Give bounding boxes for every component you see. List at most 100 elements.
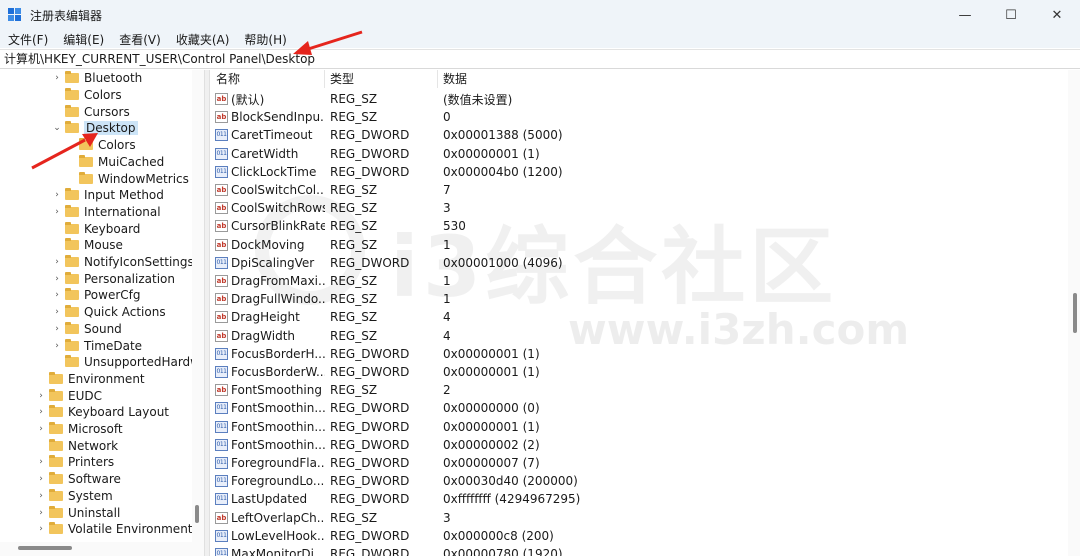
minimize-button[interactable]: —	[942, 0, 988, 30]
tree-item[interactable]: › Keyboard Layout	[36, 404, 169, 421]
tree-item[interactable]: › Personalization	[52, 270, 175, 287]
value-name: LastUpdated	[231, 492, 308, 507]
column-header-data[interactable]: 数据	[438, 70, 838, 88]
menu-help[interactable]: 帮助(H)	[244, 31, 286, 48]
tree-item[interactable]: Cursors	[52, 103, 130, 120]
watermark-url: www.i3zh.com	[568, 305, 910, 354]
expand-chevron-icon[interactable]: ›	[52, 290, 62, 300]
tree-item-label: Quick Actions	[84, 305, 166, 320]
tree-item[interactable]: › Input Method	[52, 187, 164, 204]
menu-favorites[interactable]: 收藏夹(A)	[176, 31, 230, 48]
value-row[interactable]: 011 ForegroundLo... REG_DWORD 0x00030d40 (2…	[211, 472, 838, 490]
expand-chevron-icon[interactable]: ›	[52, 207, 62, 217]
menu-view[interactable]: 查看(V)	[119, 31, 161, 48]
folder-icon	[65, 221, 79, 234]
value-row[interactable]: 011 CaretTimeout REG_DWORD 0x00001388 (5000…	[211, 126, 838, 144]
tree-item[interactable]: Colors	[52, 87, 122, 104]
value-data: 0x00030d40 (200000)	[443, 474, 578, 489]
tree-vertical-scrollbar[interactable]	[192, 70, 204, 542]
menu-file[interactable]: 文件(F)	[8, 31, 48, 48]
value-row[interactable]: ab LeftOverlapCh... REG_SZ 3	[211, 509, 838, 527]
tree-vertical-scroll-thumb[interactable]	[195, 505, 199, 523]
string-value-icon: ab	[215, 202, 228, 215]
expand-chevron-icon[interactable]: ›	[36, 491, 46, 501]
value-type: REG_SZ	[330, 383, 378, 398]
tree-item-label: Network	[68, 438, 119, 453]
close-button[interactable]: ✕	[1034, 0, 1080, 30]
tree-item[interactable]: › Printers	[36, 454, 114, 471]
value-row[interactable]: 011 FontSmoothin... REG_DWORD 0x00000001 (1…	[211, 418, 838, 436]
tree-item-label: System	[68, 488, 113, 503]
value-row[interactable]: 011 ClickLockTime REG_DWORD 0x000004b0 (120…	[211, 163, 838, 181]
column-header-name[interactable]: 名称	[211, 70, 325, 88]
collapse-chevron-icon[interactable]: ⌄	[52, 123, 62, 133]
expand-chevron-icon[interactable]: ›	[36, 508, 46, 518]
value-row[interactable]: 011 FontSmoothin... REG_DWORD 0x00000000 (0…	[211, 399, 838, 417]
tree-horizontal-scroll-thumb[interactable]	[18, 546, 72, 550]
pane-splitter[interactable]	[204, 70, 210, 556]
expand-chevron-icon[interactable]: ›	[52, 307, 62, 317]
expand-chevron-icon[interactable]: ›	[36, 457, 46, 467]
expand-chevron-icon[interactable]: ›	[36, 524, 46, 534]
value-row[interactable]: 011 LastUpdated REG_DWORD 0xffffffff (42949…	[211, 490, 838, 508]
expand-chevron-icon[interactable]: ›	[52, 324, 62, 334]
tree-item[interactable]: › Volatile Environment	[36, 521, 193, 538]
column-header-type[interactable]: 类型	[325, 70, 438, 88]
value-row[interactable]: 011 MaxMonitorDi... REG_DWORD 0x00000780 (1…	[211, 545, 838, 556]
value-name: FocusBorderH...	[231, 346, 325, 361]
value-row[interactable]: 011 FocusBorderW... REG_DWORD 0x00000001 (1…	[211, 363, 838, 381]
tree-item[interactable]: WindowMetrics	[66, 170, 189, 187]
value-name-cell: 011 ForegroundFla...	[211, 456, 325, 470]
expand-chevron-icon[interactable]: ›	[52, 257, 62, 267]
tree-item[interactable]: › EUDC	[36, 387, 102, 404]
tree-item[interactable]: › Microsoft	[36, 421, 123, 438]
tree-item[interactable]: › System	[36, 488, 113, 505]
binary-value-icon: 011	[215, 366, 228, 379]
expand-chevron-icon[interactable]: ›	[52, 274, 62, 284]
address-bar[interactable]: 计算机\HKEY_CURRENT_USER\Control Panel\Desk…	[0, 49, 1080, 69]
tree-item[interactable]: › NotifyIconSettings	[52, 254, 194, 271]
value-name: CaretWidth	[231, 146, 299, 161]
value-row[interactable]: 011 CaretWidth REG_DWORD 0x00000001 (1)	[211, 145, 838, 163]
watermark-text: i3综合社区	[390, 218, 838, 316]
expand-chevron-icon[interactable]: ›	[52, 73, 62, 83]
value-row[interactable]: ab BlockSendInpu... REG_SZ 0	[211, 108, 838, 126]
value-name-cell: 011 FontSmoothin...	[211, 438, 325, 452]
expand-chevron-icon[interactable]: ›	[36, 407, 46, 417]
tree-item[interactable]: MuiCached	[66, 154, 164, 171]
tree-item[interactable]: Mouse	[52, 237, 123, 254]
tree-item[interactable]: Environment	[36, 371, 145, 388]
tree-item[interactable]: › PowerCfg	[52, 287, 141, 304]
tree-item[interactable]: › International	[52, 204, 161, 221]
value-data: 2	[443, 383, 451, 398]
tree-item[interactable]: Keyboard	[52, 220, 140, 237]
value-data: 0x00000780 (1920)	[443, 547, 563, 556]
menu-edit[interactable]: 编辑(E)	[63, 31, 104, 48]
maximize-button[interactable]: ☐	[988, 0, 1034, 30]
expand-chevron-icon[interactable]: ›	[36, 424, 46, 434]
tree-item[interactable]: › Sound	[52, 321, 122, 338]
tree-item[interactable]: ⌄ Desktop	[52, 120, 138, 137]
value-row[interactable]: ab (默认) REG_SZ (数值未设置)	[211, 90, 838, 108]
tree-item[interactable]: › Software	[36, 471, 121, 488]
value-type: REG_SZ	[330, 510, 378, 525]
value-type: REG_DWORD	[330, 492, 410, 507]
tree-item[interactable]: › Bluetooth	[52, 70, 142, 87]
value-type: REG_DWORD	[330, 419, 410, 434]
list-vertical-scroll-thumb[interactable]	[1073, 293, 1077, 333]
tree-item[interactable]: › Quick Actions	[52, 304, 166, 321]
tree-item[interactable]: › Uninstall	[36, 504, 120, 521]
tree-item[interactable]: UnsupportedHardw	[52, 354, 200, 371]
expand-chevron-icon[interactable]: ›	[52, 341, 62, 351]
tree-item[interactable]: Network	[36, 437, 118, 454]
value-row[interactable]: ab FontSmoothing REG_SZ 2	[211, 381, 838, 399]
folder-icon	[49, 522, 63, 535]
tree-item[interactable]: Colors	[66, 137, 136, 154]
value-row[interactable]: 011 FontSmoothin... REG_DWORD 0x00000002 (2…	[211, 436, 838, 454]
tree-item[interactable]: › TimeDate	[52, 337, 142, 354]
expand-chevron-icon[interactable]: ›	[36, 474, 46, 484]
expand-chevron-icon[interactable]: ›	[52, 190, 62, 200]
expand-chevron-icon[interactable]: ›	[36, 391, 46, 401]
value-row[interactable]: 011 LowLevelHook... REG_DWORD 0x000000c8 (2…	[211, 527, 838, 545]
value-row[interactable]: 011 ForegroundFla... REG_DWORD 0x00000007 (…	[211, 454, 838, 472]
